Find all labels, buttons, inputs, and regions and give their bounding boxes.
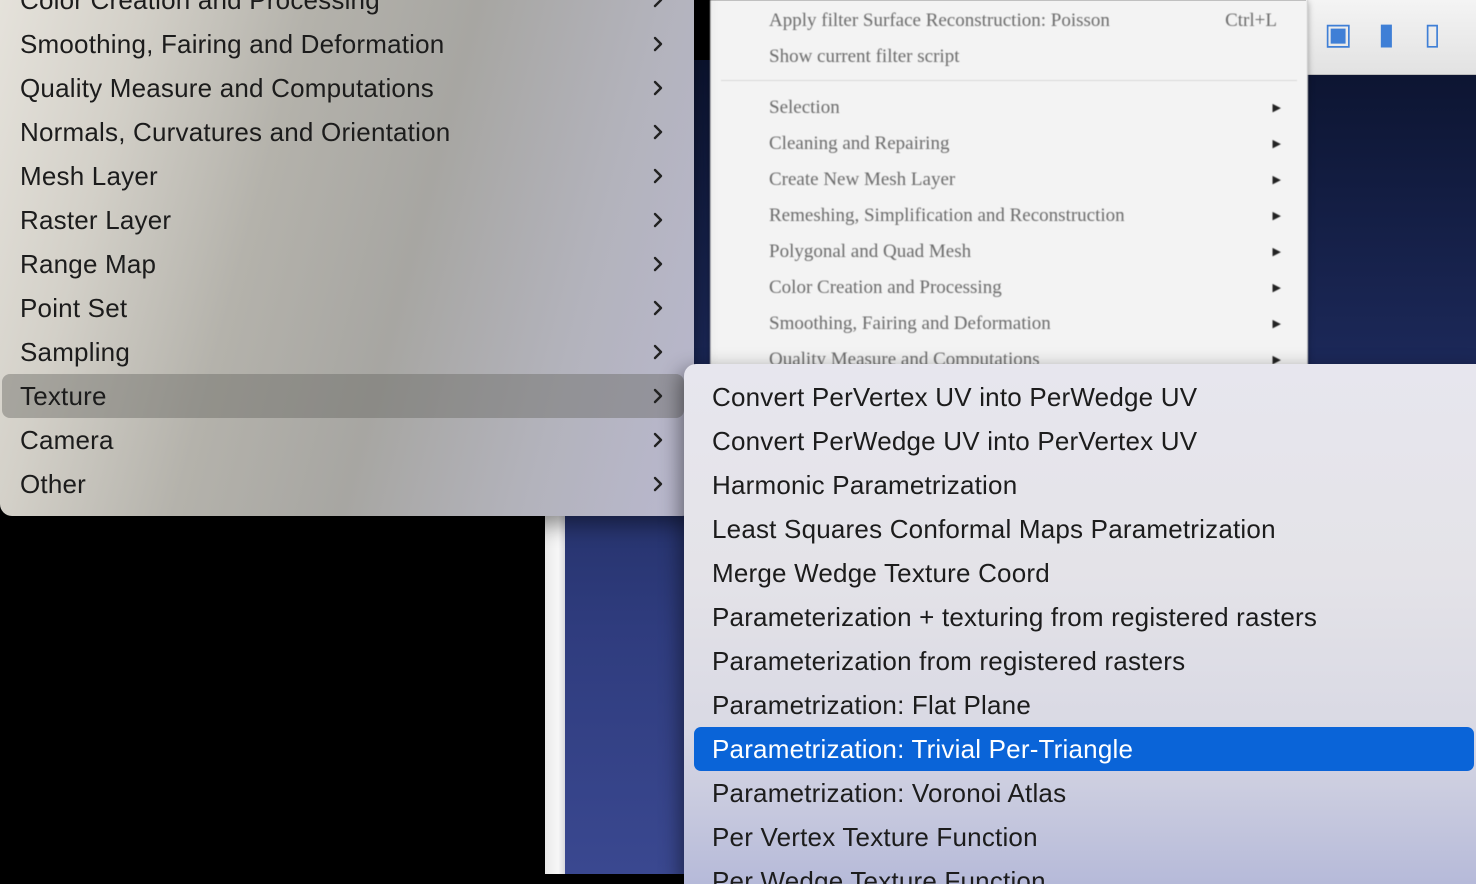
chevron-right-icon [653, 256, 663, 272]
menu-item-sampling[interactable]: Sampling [2, 330, 684, 374]
menu-item-color[interactable]: Color Creation and Processing ▶ [769, 273, 1283, 303]
menu-item-label: Harmonic Parametrization [712, 470, 1018, 500]
menu-item-label: Range Map [20, 249, 157, 279]
menu-item-label: Color Creation and Processing [20, 0, 380, 15]
menu-item-label: Apply filter Surface Reconstruction: Poi… [769, 10, 1110, 31]
menu-item-label: Smoothing, Fairing and Deformation [769, 313, 1051, 334]
toolbar: ▣ ▮ ▯ [1306, 0, 1476, 75]
menu-item-raster-layer[interactable]: Raster Layer [2, 198, 684, 242]
filters-menu: Color Creation and Processing Smoothing,… [0, 0, 694, 516]
menu-item-label: Selection [769, 97, 840, 118]
menu-item-remeshing[interactable]: Remeshing, Simplification and Reconstruc… [769, 201, 1283, 231]
menu-item-per-wedge-texture-function[interactable]: Per Wedge Texture Function [694, 859, 1474, 884]
menu-item-label: Texture [20, 381, 107, 411]
submenu-arrow-icon: ▶ [1272, 282, 1281, 294]
panel-icon[interactable]: ▯ [1424, 18, 1441, 52]
menu-item-param-trivial-per-triangle[interactable]: Parametrization: Trivial Per-Triangle [694, 727, 1474, 771]
menu-item-texture[interactable]: Texture [2, 374, 684, 418]
layer-icon[interactable]: ▮ [1378, 18, 1395, 52]
menu-item-param-voronoi-atlas[interactable]: Parametrization: Voronoi Atlas [694, 771, 1474, 815]
chevron-right-icon [653, 0, 663, 8]
shortcut-label: Ctrl+L [1225, 10, 1277, 31]
menu-item-label: Least Squares Conformal Maps Parametriza… [712, 514, 1276, 544]
menu-item-range-map[interactable]: Range Map [2, 242, 684, 286]
chevron-right-icon [653, 476, 663, 492]
menu-item-convert-pervertex-uv[interactable]: Convert PerVertex UV into PerWedge UV [694, 375, 1474, 419]
menu-item-polygonal[interactable]: Polygonal and Quad Mesh ▶ [769, 237, 1283, 267]
submenu-arrow-icon: ▶ [1272, 102, 1281, 114]
menu-item-camera[interactable]: Camera [2, 418, 684, 462]
submenu-arrow-icon: ▶ [1272, 174, 1281, 186]
submenu-arrow-icon: ▶ [1272, 210, 1281, 222]
menu-item-other[interactable]: Other [2, 462, 684, 506]
menu-item-param-texturing-rasters[interactable]: Parameterization + texturing from regist… [694, 595, 1474, 639]
submenu-arrow-icon: ▶ [1272, 318, 1281, 330]
menu-item-color-creation[interactable]: Color Creation and Processing [2, 0, 684, 22]
menu-item-label: Merge Wedge Texture Coord [712, 558, 1050, 588]
menu-item-label: Mesh Layer [20, 161, 158, 191]
menu-item-label: Color Creation and Processing [769, 277, 1002, 298]
menu-item-label: Show current filter script [769, 46, 960, 67]
menu-item-per-vertex-texture-function[interactable]: Per Vertex Texture Function [694, 815, 1474, 859]
submenu-arrow-icon: ▶ [1272, 246, 1281, 258]
menu-item-label: Raster Layer [20, 205, 172, 235]
menu-item-convert-perwedge-uv[interactable]: Convert PerWedge UV into PerVertex UV [694, 419, 1474, 463]
chevron-right-icon [653, 344, 663, 360]
menu-item-label: Smoothing, Fairing and Deformation [20, 29, 445, 59]
menu-item-smoothing[interactable]: Smoothing, Fairing and Deformation ▶ [769, 309, 1283, 339]
menu-item-harmonic-parametrization[interactable]: Harmonic Parametrization [694, 463, 1474, 507]
chevron-right-icon [653, 168, 663, 184]
menu-item-label: Convert PerVertex UV into PerWedge UV [712, 382, 1198, 412]
menu-item-apply-filter[interactable]: Apply filter Surface Reconstruction: Poi… [769, 6, 1283, 36]
chevron-right-icon [653, 300, 663, 316]
chevron-right-icon [653, 432, 663, 448]
menu-item-label: Per Wedge Texture Function [712, 866, 1046, 884]
trash-icon[interactable]: ▣ [1324, 18, 1352, 52]
menu-item-lscm-parametrization[interactable]: Least Squares Conformal Maps Parametriza… [694, 507, 1474, 551]
menu-item-label: Point Set [20, 293, 128, 323]
menu-item-normals[interactable]: Normals, Curvatures and Orientation [2, 110, 684, 154]
menu-item-smoothing[interactable]: Smoothing, Fairing and Deformation [2, 22, 684, 66]
chevron-right-icon [653, 124, 663, 140]
window-edge [545, 515, 567, 874]
menu-item-param-flat-plane[interactable]: Parametrization: Flat Plane [694, 683, 1474, 727]
chevron-right-icon [653, 212, 663, 228]
filters-menu-legacy: Apply filter Surface Reconstruction: Poi… [710, 0, 1308, 370]
menu-item-show-script[interactable]: Show current filter script [769, 42, 1283, 72]
menu-item-label: Remeshing, Simplification and Reconstruc… [769, 205, 1125, 226]
menu-item-label: Camera [20, 425, 114, 455]
menu-item-label: Per Vertex Texture Function [712, 822, 1038, 852]
menu-item-selection[interactable]: Selection ▶ [769, 93, 1283, 123]
menu-item-label: Convert PerWedge UV into PerVertex UV [712, 426, 1198, 456]
texture-submenu: Convert PerVertex UV into PerWedge UV Co… [684, 364, 1476, 884]
menu-item-param-from-rasters[interactable]: Parameterization from registered rasters [694, 639, 1474, 683]
menu-separator [721, 80, 1297, 81]
submenu-arrow-icon: ▶ [1272, 138, 1281, 150]
menu-item-label: Cleaning and Repairing [769, 133, 950, 154]
menu-item-label: Parameterization + texturing from regist… [712, 602, 1318, 632]
menu-item-label: Normals, Curvatures and Orientation [20, 117, 451, 147]
menu-item-label: Create New Mesh Layer [769, 169, 956, 190]
menu-item-label: Parametrization: Voronoi Atlas [712, 778, 1067, 808]
menu-item-label: Parameterization from registered rasters [712, 646, 1186, 676]
menu-item-label: Quality Measure and Computations [20, 73, 434, 103]
menu-item-mesh-layer[interactable]: Mesh Layer [2, 154, 684, 198]
menu-item-label: Parametrization: Trivial Per-Triangle [712, 734, 1134, 764]
chevron-right-icon [653, 80, 663, 96]
menu-item-cleaning[interactable]: Cleaning and Repairing ▶ [769, 129, 1283, 159]
chevron-right-icon [653, 36, 663, 52]
menu-item-create-mesh-layer[interactable]: Create New Mesh Layer ▶ [769, 165, 1283, 195]
menu-item-label: Parametrization: Flat Plane [712, 690, 1031, 720]
menu-item-quality[interactable]: Quality Measure and Computations [2, 66, 684, 110]
menu-item-point-set[interactable]: Point Set [2, 286, 684, 330]
menu-item-merge-wedge-texture-coord[interactable]: Merge Wedge Texture Coord [694, 551, 1474, 595]
menu-item-label: Other [20, 469, 87, 499]
chevron-right-icon [653, 388, 663, 404]
menu-item-label: Sampling [20, 337, 130, 367]
menu-item-label: Polygonal and Quad Mesh [769, 241, 972, 262]
